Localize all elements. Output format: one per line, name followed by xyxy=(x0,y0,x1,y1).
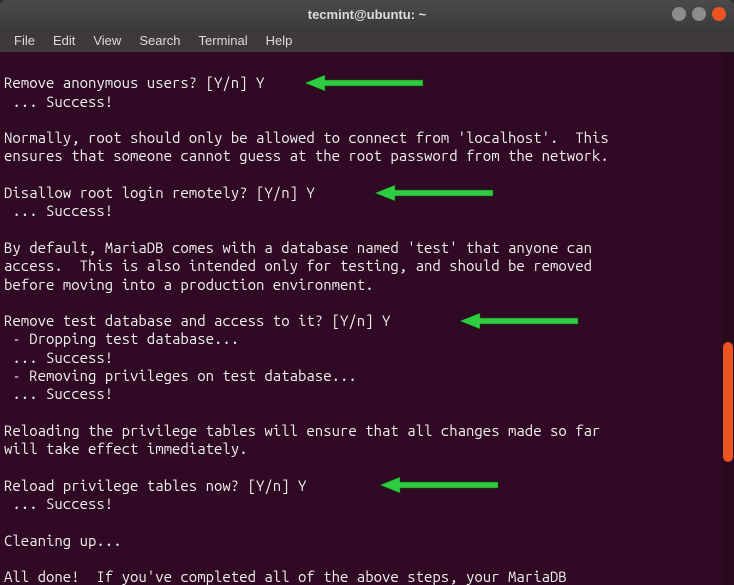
maximize-icon[interactable] xyxy=(692,7,706,21)
menu-file[interactable]: File xyxy=(6,31,43,50)
minimize-icon[interactable] xyxy=(672,7,686,21)
terminal-line: ... Success! xyxy=(4,93,730,111)
terminal-line: will take effect immediately. xyxy=(4,440,730,458)
menu-view[interactable]: View xyxy=(85,31,129,50)
terminal-line: Reload privilege tables now? [Y/n] Y xyxy=(4,477,730,495)
terminal-line xyxy=(4,166,730,184)
terminal-line xyxy=(4,221,730,239)
terminal-line xyxy=(4,513,730,531)
window-title: tecmint@ubuntu: ~ xyxy=(308,7,426,22)
window-controls xyxy=(672,7,726,21)
terminal-line xyxy=(4,56,730,74)
menu-edit[interactable]: Edit xyxy=(45,31,83,50)
terminal-line xyxy=(4,459,730,477)
terminal-line: Cleaning up... xyxy=(4,532,730,550)
terminal-output[interactable]: Remove anonymous users? [Y/n] Y ... Succ… xyxy=(0,52,734,585)
terminal-line: ... Success! xyxy=(4,349,730,367)
terminal-line: ensures that someone cannot guess at the… xyxy=(4,147,730,165)
terminal-line: ... Success! xyxy=(4,495,730,513)
titlebar: tecmint@ubuntu: ~ xyxy=(0,0,734,28)
terminal-line: - Removing privileges on test database..… xyxy=(4,367,730,385)
terminal-line: By default, MariaDB comes with a databas… xyxy=(4,239,730,257)
terminal-line: Remove test database and access to it? [… xyxy=(4,312,730,330)
menu-help[interactable]: Help xyxy=(258,31,301,50)
close-icon[interactable] xyxy=(712,7,726,21)
menu-terminal[interactable]: Terminal xyxy=(191,31,256,50)
terminal-line: Reloading the privilege tables will ensu… xyxy=(4,422,730,440)
terminal-line: ... Success! xyxy=(4,202,730,220)
terminal-line: access. This is also intended only for t… xyxy=(4,257,730,275)
terminal-line: - Dropping test database... xyxy=(4,330,730,348)
terminal-line: Remove anonymous users? [Y/n] Y xyxy=(4,74,730,92)
terminal-line: before moving into a production environm… xyxy=(4,276,730,294)
terminal-line xyxy=(4,550,730,568)
terminal-line: All done! If you've completed all of the… xyxy=(4,568,730,585)
terminal-line xyxy=(4,294,730,312)
terminal-line: Normally, root should only be allowed to… xyxy=(4,129,730,147)
terminal-line xyxy=(4,404,730,422)
scrollbar-thumb[interactable] xyxy=(723,342,733,462)
scrollbar-track[interactable] xyxy=(722,52,734,585)
menu-search[interactable]: Search xyxy=(131,31,188,50)
terminal-line: Disallow root login remotely? [Y/n] Y xyxy=(4,184,730,202)
menubar: File Edit View Search Terminal Help xyxy=(0,28,734,52)
terminal-line: ... Success! xyxy=(4,385,730,403)
terminal-line xyxy=(4,111,730,129)
